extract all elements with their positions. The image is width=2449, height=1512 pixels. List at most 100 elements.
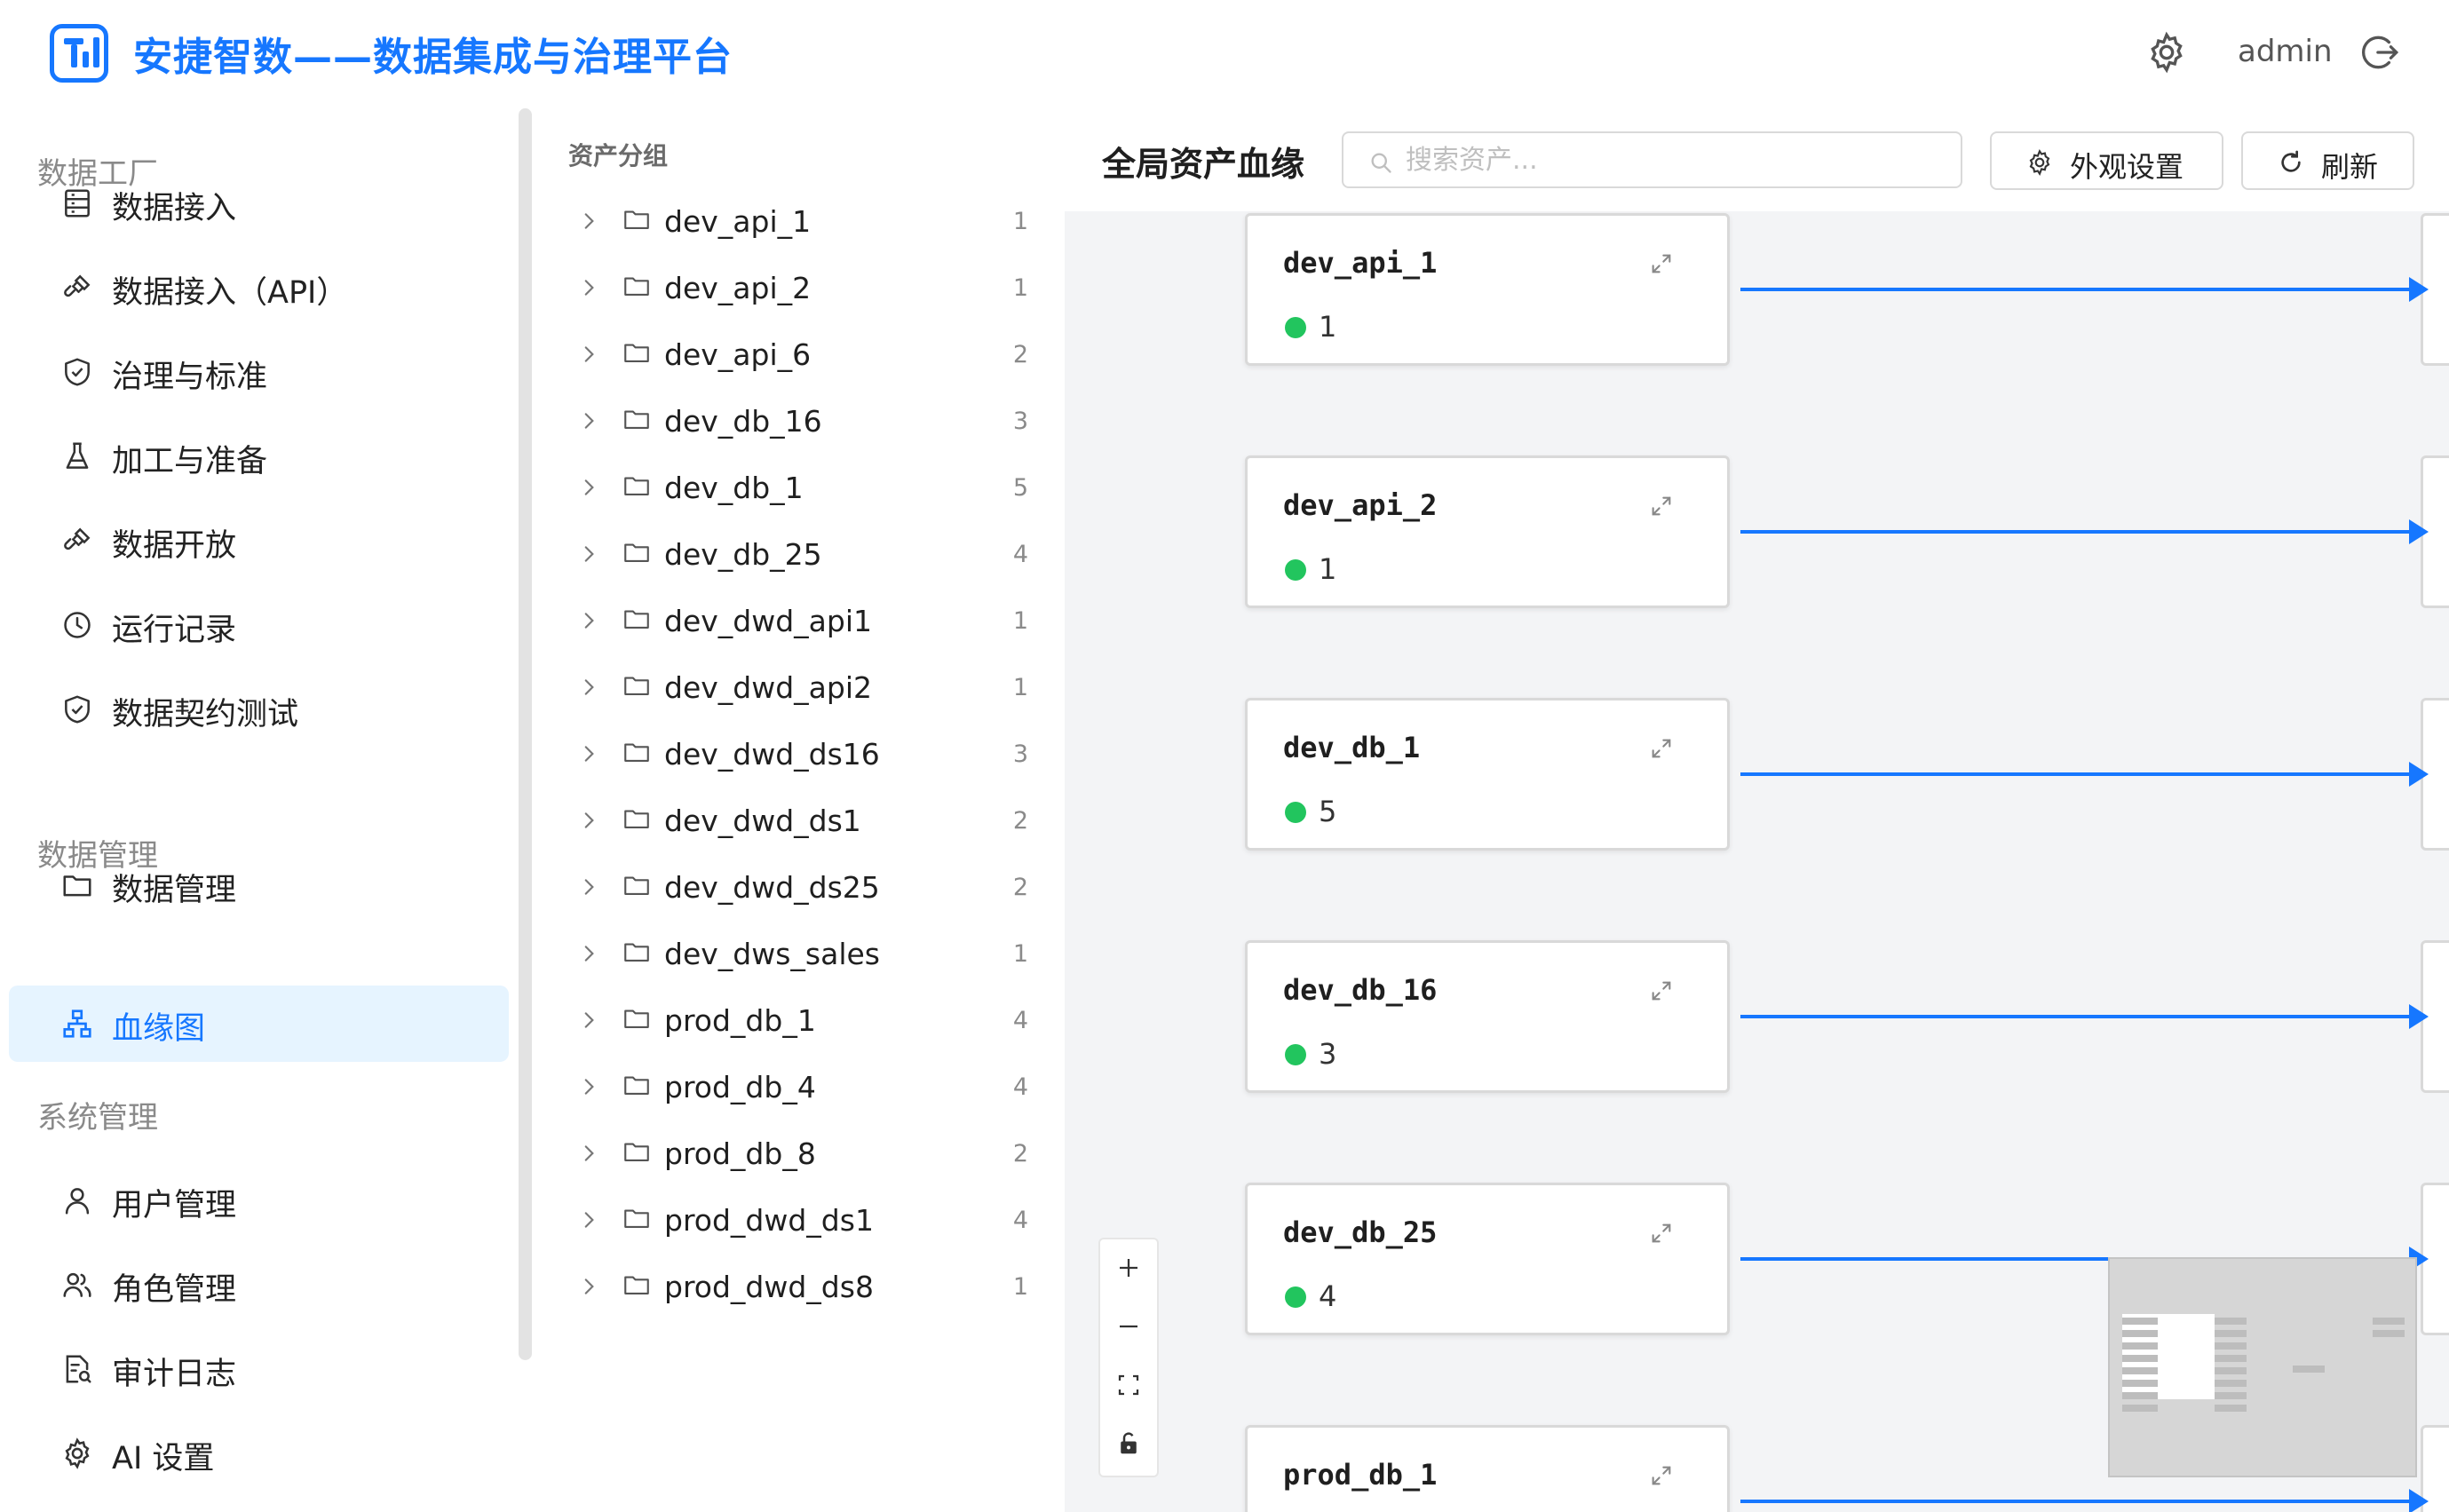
lineage-node[interactable]: prod_db_1 (1245, 1425, 1730, 1512)
asset-tree-item[interactable]: dev_api_2 1 (535, 257, 1064, 323)
folder-icon (624, 810, 649, 828)
asset-tree-item[interactable]: prod_dwd_ds8 1 (535, 1255, 1064, 1322)
chevron-right-icon[interactable] (577, 210, 600, 233)
expand-icon[interactable] (1649, 251, 1674, 276)
lineage-node[interactable]: dev_api_1 1 (1245, 213, 1730, 366)
folder-icon (624, 743, 649, 762)
asset-tree-item[interactable]: prod_db_1 4 (535, 989, 1064, 1056)
chevron-right-icon[interactable] (577, 276, 600, 299)
folder-icon (624, 277, 649, 296)
sidebar-item-audit-log[interactable]: 审计日志 (9, 1331, 509, 1407)
expand-icon[interactable] (1649, 494, 1674, 519)
search-input[interactable] (1406, 140, 1938, 179)
asset-tree-item[interactable]: dev_db_1 5 (535, 456, 1064, 523)
gear-icon (65, 1437, 90, 1469)
chevron-right-icon[interactable] (577, 1275, 600, 1298)
zoom-out-button[interactable] (1100, 1298, 1157, 1357)
asset-tree-item[interactable]: dev_api_6 2 (535, 323, 1064, 390)
refresh-button[interactable]: 刷新 (2241, 131, 2414, 190)
sidebar-item-lineage[interactable]: 血缘图 (9, 986, 509, 1062)
lineage-node[interactable]: dev_db_16 3 (1245, 940, 1730, 1093)
lineage-node-count: 4 (1319, 1279, 1337, 1313)
chevron-right-icon[interactable] (577, 476, 600, 499)
sidebar-item-processing[interactable]: 加工与准备 (9, 418, 509, 495)
sidebar-item-data-ingest[interactable]: 数据接入 (9, 165, 509, 241)
lock-button[interactable] (1100, 1415, 1157, 1474)
status-dot (1285, 802, 1306, 823)
settings-icon[interactable] (2144, 30, 2189, 75)
asset-tree-item[interactable]: dev_dwd_ds25 2 (535, 856, 1064, 922)
fit-view-icon (1118, 1374, 1139, 1396)
minimap[interactable] (2108, 1257, 2417, 1477)
chevron-right-icon[interactable] (577, 676, 600, 699)
sidebar-item-governance[interactable]: 治理与标准 (9, 334, 509, 410)
chevron-right-icon[interactable] (577, 542, 600, 566)
sidebar-item-user-management[interactable]: 用户管理 (9, 1162, 509, 1239)
expand-icon[interactable] (1649, 978, 1674, 1003)
lineage-node-name: dev_db_25 (1283, 1215, 1438, 1249)
asset-group-count: 4 (1012, 1007, 1028, 1034)
team-icon (63, 1272, 91, 1297)
asset-tree-item[interactable]: prod_db_4 4 (535, 1056, 1064, 1122)
asset-group-title: 资产分组 (568, 141, 669, 170)
chevron-right-icon[interactable] (577, 742, 600, 765)
lineage-canvas[interactable]: dev_api_1 1 dev_api_2 1 dev_db_1 5 dev_db_16 3 d… (1065, 105, 2449, 1512)
sidebar-item-ai-settings[interactable]: AI 设置 (9, 1415, 509, 1492)
asset-group-count: 1 (1012, 940, 1028, 968)
asset-group-name: dev_dwd_api2 (664, 670, 872, 705)
refresh-icon (2281, 150, 2301, 172)
sidebar-item-data-ingest-api[interactable]: 数据接入（API） (9, 249, 509, 326)
asset-group-count: 1 (1012, 1273, 1028, 1301)
chevron-right-icon[interactable] (577, 942, 600, 965)
sidebar-item-run-records[interactable]: 运行记录 (9, 587, 509, 663)
folder-icon (624, 477, 649, 495)
asset-tree-item[interactable]: dev_dwd_ds1 2 (535, 789, 1064, 856)
expand-icon[interactable] (1649, 1463, 1674, 1488)
chevron-right-icon[interactable] (577, 409, 600, 432)
chevron-right-icon[interactable] (577, 1208, 600, 1231)
asset-group-count: 4 (1012, 1073, 1028, 1101)
asset-group-name: dev_api_6 (664, 337, 812, 372)
expand-icon[interactable] (1649, 1221, 1674, 1246)
search-icon (1371, 153, 1391, 173)
asset-tree-item[interactable]: dev_db_25 4 (535, 523, 1064, 590)
sidebar-item-data-management[interactable]: 数据管理 (9, 847, 509, 923)
folder-icon (624, 344, 649, 362)
lineage-node-count: 3 (1319, 1037, 1337, 1071)
lineage-node-name: dev_api_1 (1283, 246, 1438, 280)
asset-group-name: dev_db_25 (664, 537, 822, 572)
sidebar-item-role-management[interactable]: 角色管理 (9, 1247, 509, 1323)
sidebar-scrollbar[interactable] (519, 108, 532, 1360)
chevron-right-icon[interactable] (577, 1009, 600, 1032)
lineage-edge (1740, 772, 2415, 776)
chevron-right-icon[interactable] (577, 809, 600, 832)
chevron-right-icon[interactable] (577, 609, 600, 632)
fit-view-button[interactable] (1100, 1357, 1157, 1415)
lineage-node[interactable]: dev_db_25 4 (1245, 1183, 1730, 1335)
arrow-head-icon (2409, 519, 2429, 544)
asset-tree-item[interactable]: prod_db_8 2 (535, 1122, 1064, 1189)
chevron-right-icon[interactable] (577, 875, 600, 898)
asset-tree-item[interactable]: dev_dwd_api1 1 (535, 590, 1064, 656)
asset-tree-item[interactable]: dev_db_16 3 (535, 390, 1064, 456)
zoom-in-button[interactable] (1100, 1239, 1157, 1298)
asset-tree-item[interactable]: dev_dwd_api2 1 (535, 656, 1064, 723)
expand-icon[interactable] (1649, 736, 1674, 761)
asset-tree-item[interactable]: dev_api_1 1 (535, 190, 1064, 257)
asset-search[interactable] (1342, 131, 1962, 188)
sidebar-item-contract-test[interactable]: 数据契约测试 (9, 671, 509, 748)
lineage-node[interactable]: dev_db_1 5 (1245, 698, 1730, 851)
asset-tree-item[interactable]: dev_dwd_ds16 3 (535, 723, 1064, 789)
sidebar-item-label: 数据管理 (112, 873, 237, 908)
chevron-right-icon[interactable] (577, 1142, 600, 1165)
asset-group-count: 1 (1012, 208, 1028, 235)
asset-tree-item[interactable]: dev_dws_sales 1 (535, 922, 1064, 989)
sidebar-item-data-open[interactable]: 数据开放 (9, 503, 509, 579)
chevron-right-icon[interactable] (577, 343, 600, 366)
logout-icon[interactable] (2358, 30, 2402, 75)
asset-tree-item[interactable]: prod_dwd_ds1 4 (535, 1189, 1064, 1255)
chevron-right-icon[interactable] (577, 1075, 600, 1098)
user-name[interactable]: admin (2238, 34, 2333, 69)
lineage-node[interactable]: dev_api_2 1 (1245, 455, 1730, 608)
appearance-settings-button[interactable]: 外观设置 (1990, 131, 2223, 190)
